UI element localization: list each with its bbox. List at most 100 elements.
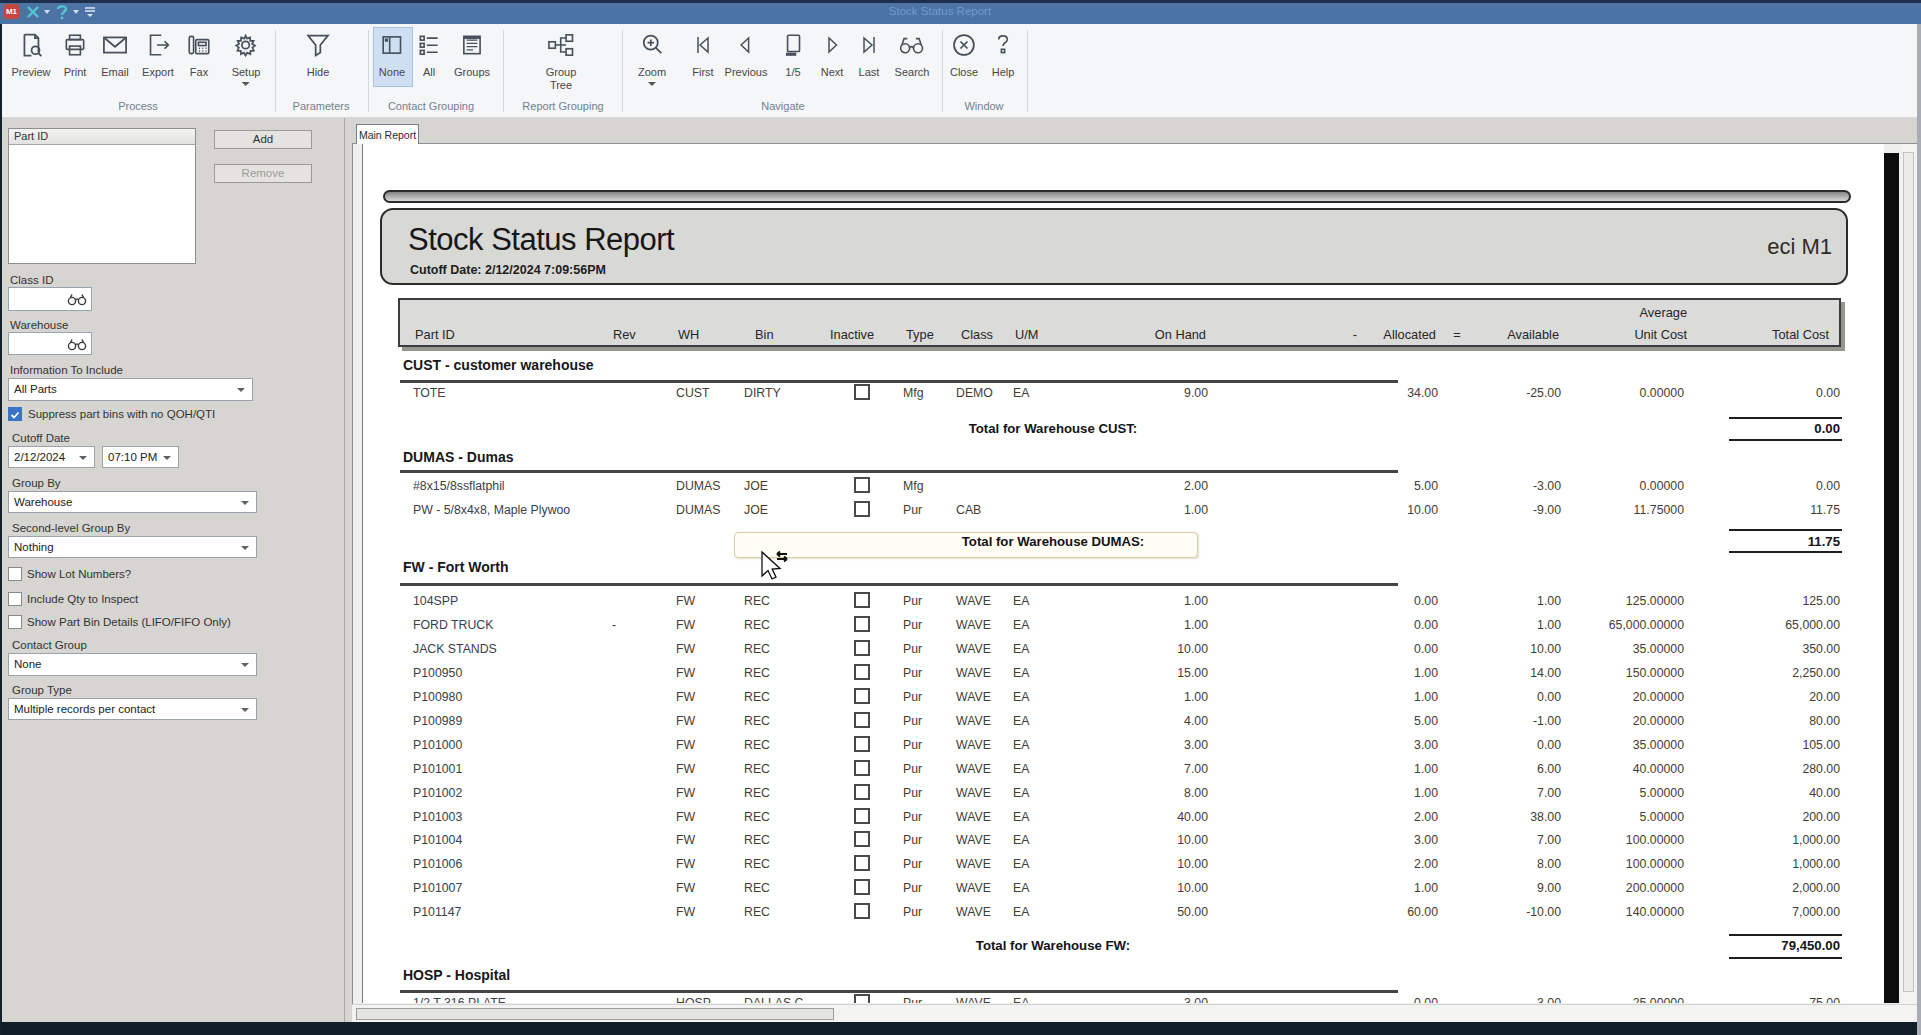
next-page-button[interactable]: Next xyxy=(820,30,844,78)
row-unit: 35.00000 xyxy=(1539,738,1684,752)
vertical-scrollbar-thumb[interactable] xyxy=(1903,152,1914,992)
row-um: EA xyxy=(1013,642,1053,656)
qat-caret-2-icon[interactable] xyxy=(73,10,79,14)
setup-button[interactable]: Setup xyxy=(232,30,261,86)
dropdown-caret-icon xyxy=(237,388,245,392)
row-unit: 0.00000 xyxy=(1539,479,1684,493)
row-cls: DEMO xyxy=(956,386,1008,400)
row-bin: REC xyxy=(744,905,824,919)
add-button[interactable]: Add xyxy=(214,130,312,149)
group-type-select[interactable]: Multiple records per contact xyxy=(8,698,257,720)
information-to-include-label: Information To Include xyxy=(10,364,123,376)
warehouse-input[interactable] xyxy=(8,332,92,355)
row-wh: FW xyxy=(676,786,736,800)
show-lot-numbers-checkbox[interactable] xyxy=(8,567,22,581)
row-total: 105.00 xyxy=(1695,738,1840,752)
class-id-input[interactable] xyxy=(8,287,92,311)
row-um: EA xyxy=(1013,618,1053,632)
show-part-bin-details-checkbox[interactable] xyxy=(8,615,22,629)
contact-grouping-groups-button[interactable]: Groups xyxy=(454,30,490,78)
part-id-listbox[interactable]: Part ID xyxy=(8,128,196,264)
email-button[interactable]: Email xyxy=(101,30,129,78)
show-part-bin-details-label: Show Part Bin Details (LIFO/FIFO Only) xyxy=(27,616,231,628)
warehouse-lookup-icon[interactable] xyxy=(67,338,87,351)
fax-button[interactable]: Fax xyxy=(186,30,212,78)
row-bin: REC xyxy=(744,762,824,776)
last-page-button[interactable]: Last xyxy=(857,30,881,78)
remove-button[interactable]: Remove xyxy=(214,164,312,183)
help-button[interactable]: Help xyxy=(990,30,1016,78)
hide-button[interactable]: Hide xyxy=(304,30,332,78)
row-part: P101006 xyxy=(413,857,673,871)
inactive-checkbox xyxy=(854,994,870,1003)
zoom-button[interactable]: Zoom xyxy=(638,30,666,86)
search-button[interactable]: Search xyxy=(895,30,930,78)
row-part: P101002 xyxy=(413,786,673,800)
group-by-select[interactable]: Warehouse xyxy=(8,491,257,513)
row-unit: 140.00000 xyxy=(1539,905,1684,919)
horizontal-scrollbar-thumb[interactable] xyxy=(356,1008,834,1020)
row-bin: REC xyxy=(744,833,824,847)
cutoff-time-select[interactable]: 07:10 PM xyxy=(102,446,179,468)
horizontal-scrollbar[interactable] xyxy=(352,1004,1917,1023)
row-wh: FW xyxy=(676,714,736,728)
previous-page-button[interactable]: Previous xyxy=(725,30,768,78)
total-rule xyxy=(1729,417,1842,419)
row-bin: REC xyxy=(744,738,824,752)
close-button[interactable]: Close xyxy=(950,30,978,78)
qat-icon-1[interactable] xyxy=(26,5,40,19)
row-unit: 100.00000 xyxy=(1539,833,1684,847)
report-page: Stock Status Report Cutoff Date: 2/12/20… xyxy=(362,144,1884,1003)
zoom-dropdown-caret-icon[interactable] xyxy=(648,82,656,86)
suppress-part-bins-checkbox[interactable] xyxy=(8,407,22,421)
search-binoculars-icon xyxy=(895,30,930,60)
window-title: Stock Status Report xyxy=(855,5,1025,17)
warehouse-label: Warehouse xyxy=(10,319,68,331)
group-tree-button[interactable]: GroupTree xyxy=(546,30,577,92)
contact-group-select[interactable]: None xyxy=(8,653,257,676)
app-m1-icon[interactable]: M1 xyxy=(4,4,19,19)
preview-button[interactable]: Preview xyxy=(11,30,50,78)
cutoff-date-select[interactable]: 2/12/2024 xyxy=(8,446,95,468)
page-indicator[interactable]: 1/5 xyxy=(780,30,806,78)
information-to-include-select[interactable]: All Parts xyxy=(8,378,253,401)
qat-icon-2[interactable] xyxy=(56,4,68,20)
class-id-lookup-icon[interactable] xyxy=(67,293,87,306)
qat-caret-1-icon[interactable] xyxy=(44,10,50,14)
row-total: 40.00 xyxy=(1695,786,1840,800)
inactive-checkbox xyxy=(854,616,870,632)
next-icon xyxy=(820,30,844,60)
row-cls: WAVE xyxy=(956,810,1008,824)
setup-gear-icon xyxy=(232,30,261,60)
part-id-column-header[interactable]: Part ID xyxy=(9,129,195,145)
row-bin: REC xyxy=(744,786,824,800)
second-level-group-by-value: Nothing xyxy=(14,541,54,553)
contact-grouping-none-button[interactable]: None xyxy=(379,30,405,78)
row-rev: - xyxy=(599,618,629,632)
first-page-button[interactable]: First xyxy=(691,30,715,78)
row-cls: WAVE xyxy=(956,666,1008,680)
report-header-box: Stock Status Report Cutoff Date: 2/12/20… xyxy=(380,208,1848,285)
row-cls: WAVE xyxy=(956,881,1008,895)
qat-customize-icon[interactable] xyxy=(84,6,96,18)
suppress-part-bins-label: Suppress part bins with no QOH/QTI xyxy=(28,408,215,420)
print-button[interactable]: Print xyxy=(62,30,88,78)
export-button[interactable]: Export xyxy=(142,30,174,78)
setup-dropdown-caret-icon[interactable] xyxy=(242,82,250,86)
row-cls: WAVE xyxy=(956,594,1008,608)
row-onhand: 2.00 xyxy=(1063,479,1208,493)
second-level-group-by-select[interactable]: Nothing xyxy=(8,536,257,558)
group-total-label: Total for Warehouse DUMAS: xyxy=(853,534,1253,549)
contact-grouping-all-button[interactable]: All xyxy=(416,30,442,78)
row-bin: REC xyxy=(744,618,824,632)
inactive-checkbox xyxy=(854,808,870,824)
row-unit: 11.75000 xyxy=(1539,503,1684,517)
row-type: Pur xyxy=(903,857,948,871)
row-part: PW - 5/8x4x8, Maple Plywoo xyxy=(413,503,673,517)
tab-main-report[interactable]: Main Report xyxy=(356,124,419,144)
vertical-scrollbar[interactable] xyxy=(1901,144,1917,1004)
col-class: Class xyxy=(961,327,993,342)
include-qty-to-inspect-checkbox[interactable] xyxy=(8,592,22,606)
last-icon xyxy=(857,30,881,60)
row-wh: CUST xyxy=(676,386,736,400)
